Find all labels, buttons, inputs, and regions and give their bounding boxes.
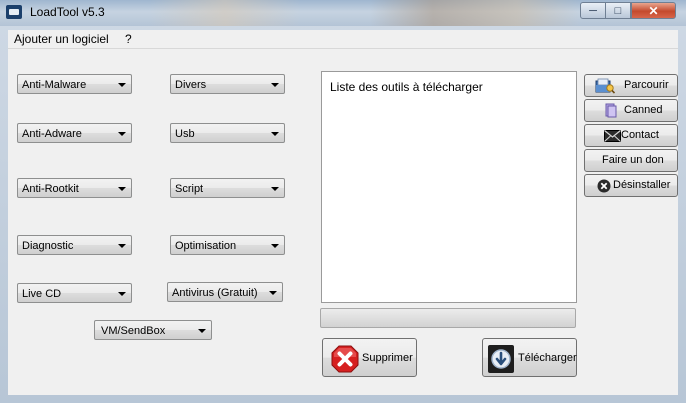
chevron-down-icon xyxy=(118,132,126,136)
close-button[interactable]: ✕ xyxy=(631,2,676,19)
chevron-down-icon xyxy=(271,83,279,87)
diagnostic-label: Diagnostic xyxy=(22,240,74,252)
chevron-down-icon xyxy=(271,132,279,136)
divers-label: Divers xyxy=(175,79,207,91)
chevron-down-icon xyxy=(118,187,126,191)
anti-adware-dropdown[interactable]: Anti-Adware xyxy=(17,123,132,143)
folder-icon xyxy=(595,78,615,94)
contact-button[interactable]: Contact xyxy=(584,124,678,147)
chevron-down-icon xyxy=(271,187,279,191)
anti-rootkit-dropdown[interactable]: Anti-Rootkit xyxy=(17,178,132,198)
minimize-button[interactable]: ─ xyxy=(580,2,606,19)
divers-dropdown[interactable]: Divers xyxy=(170,74,285,94)
app-window: LoadTool v5.3 ─ □ ✕ Ajouter un logiciel … xyxy=(0,0,686,403)
menu-help[interactable]: ? xyxy=(125,32,132,46)
usb-label: Usb xyxy=(175,128,195,140)
chevron-down-icon xyxy=(118,244,126,248)
optimisation-dropdown[interactable]: Optimisation xyxy=(170,235,285,255)
anti-rootkit-label: Anti-Rootkit xyxy=(22,183,79,195)
canned-button[interactable]: Canned xyxy=(584,99,678,122)
download-icon xyxy=(488,345,514,373)
main-panel: Anti-Malware Anti-Adware Anti-Rootkit Di… xyxy=(8,49,678,395)
anti-adware-label: Anti-Adware xyxy=(22,128,82,140)
donate-button[interactable]: Faire un don xyxy=(584,149,678,172)
usb-dropdown[interactable]: Usb xyxy=(170,123,285,143)
browse-button[interactable]: Parcourir xyxy=(584,74,678,97)
mail-icon xyxy=(604,130,621,142)
chevron-down-icon xyxy=(269,291,277,295)
optimisation-label: Optimisation xyxy=(175,240,237,252)
contact-button-label: Contact xyxy=(621,129,659,141)
download-progress-bar xyxy=(320,308,576,328)
menu-add-software[interactable]: Ajouter un logiciel xyxy=(14,32,109,46)
anti-malware-dropdown[interactable]: Anti-Malware xyxy=(17,74,132,94)
delete-button[interactable]: Supprimer xyxy=(322,338,417,377)
browse-button-label: Parcourir xyxy=(624,79,669,91)
script-label: Script xyxy=(175,183,204,195)
maximize-button[interactable]: □ xyxy=(606,2,631,19)
delete-icon xyxy=(331,345,359,373)
chevron-down-icon xyxy=(271,244,279,248)
donate-button-label: Faire un don xyxy=(602,154,664,166)
chevron-down-icon xyxy=(118,83,126,87)
antivirus-label: Antivirus (Gratuit) xyxy=(172,287,258,299)
download-list-header: Liste des outils à télécharger xyxy=(330,80,483,94)
chevron-down-icon xyxy=(118,292,126,296)
delete-button-label: Supprimer xyxy=(362,352,413,364)
antivirus-dropdown[interactable]: Antivirus (Gratuit) xyxy=(167,282,283,302)
canned-button-label: Canned xyxy=(624,104,663,116)
uninstall-icon xyxy=(597,179,611,193)
uninstall-button[interactable]: Désinstaller xyxy=(584,174,678,197)
script-dropdown[interactable]: Script xyxy=(170,178,285,198)
download-button[interactable]: Télécharger xyxy=(482,338,577,377)
vm-sandbox-dropdown[interactable]: VM/SendBox xyxy=(94,320,212,340)
vm-sandbox-label: VM/SendBox xyxy=(101,325,166,337)
download-button-label: Télécharger xyxy=(518,352,577,364)
menu-bar: Ajouter un logiciel ? xyxy=(8,30,678,49)
chevron-down-icon xyxy=(198,329,206,333)
anti-malware-label: Anti-Malware xyxy=(22,79,87,91)
diagnostic-dropdown[interactable]: Diagnostic xyxy=(17,235,132,255)
live-cd-label: Live CD xyxy=(22,288,62,300)
live-cd-dropdown[interactable]: Live CD xyxy=(17,283,132,303)
title-bar[interactable]: LoadTool v5.3 ─ □ ✕ xyxy=(0,0,686,26)
download-list[interactable]: Liste des outils à télécharger xyxy=(321,71,577,303)
window-title: LoadTool v5.3 xyxy=(30,5,105,19)
uninstall-button-label: Désinstaller xyxy=(613,179,671,191)
canned-icon xyxy=(605,103,617,118)
app-icon xyxy=(6,5,22,19)
